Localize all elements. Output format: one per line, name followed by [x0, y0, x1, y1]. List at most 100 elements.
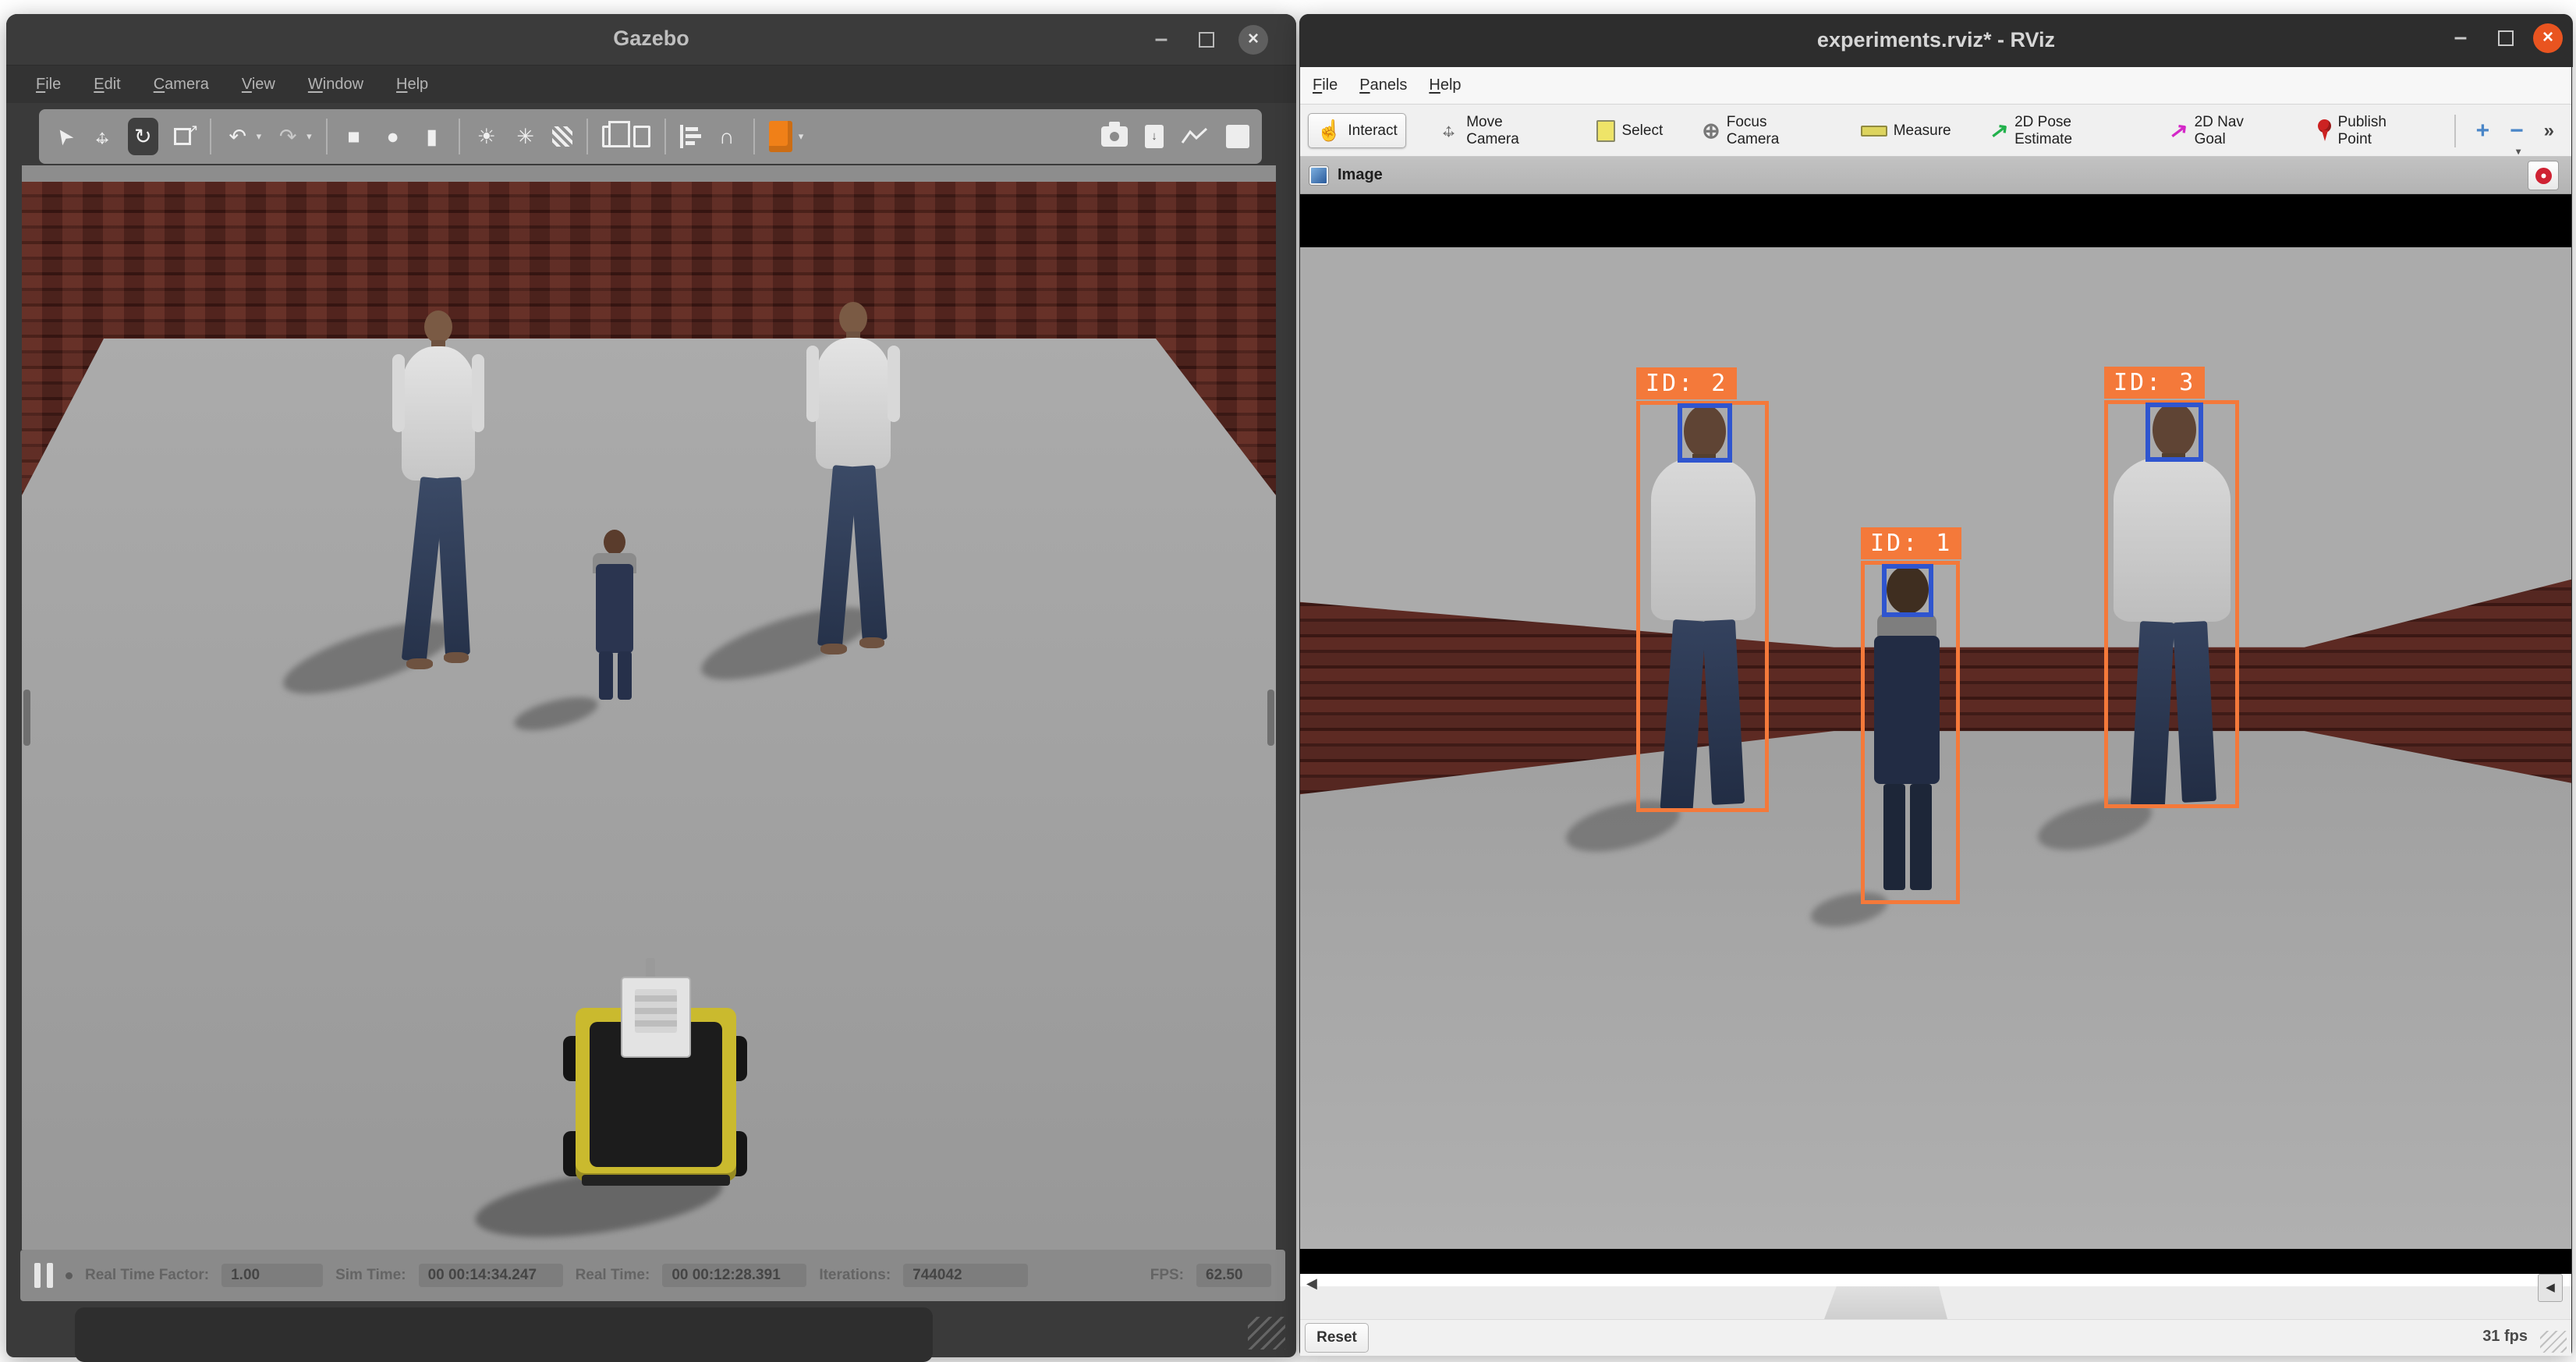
sim-time-label: Sim Time: [335, 1267, 406, 1284]
real-time-factor-value[interactable]: 1.00 [221, 1264, 323, 1287]
maximize-button[interactable] [2491, 23, 2521, 53]
tool-focus-camera[interactable]: ⊕ Focus Camera [1694, 109, 1829, 153]
menu-camera[interactable]: Camera [154, 76, 209, 94]
menu-file[interactable]: File [1313, 76, 1338, 94]
detection-box-2: ID: 2 [1636, 401, 1769, 812]
tool-2d-pose-estimate[interactable]: ↗ 2D Pose Estimate [1982, 109, 2138, 153]
view-angle-dropdown-icon[interactable]: ▾ [799, 130, 804, 143]
detection-box-3: ID: 3 [2104, 400, 2239, 808]
menu-edit[interactable]: Edit [94, 76, 120, 94]
gazebo-titlebar[interactable]: Gazebo – × [6, 14, 1296, 66]
real-time-value[interactable]: 00 00:12:28.391 [662, 1264, 806, 1287]
plot-icon[interactable] [1181, 126, 1209, 147]
image-display-area: ID: 2 ID: 1 ID: 3 [1300, 194, 2571, 1274]
maximize-button[interactable] [1192, 25, 1221, 55]
undo-dropdown-icon[interactable]: ▾ [257, 130, 262, 143]
tool-publish-point[interactable]: Publish Point [2308, 109, 2431, 153]
iterations-value[interactable]: 744042 [903, 1264, 1028, 1287]
tool-select[interactable]: Select [1589, 115, 1671, 147]
copy-icon[interactable] [602, 126, 619, 147]
scroll-right-button[interactable]: ◀ [2538, 1274, 2563, 1302]
insert-box-icon[interactable]: ■ [342, 119, 367, 154]
redo-icon[interactable]: ↷ [275, 119, 300, 154]
rviz-toolbar-right-group: + −▾ » [2454, 115, 2564, 147]
close-button[interactable]: × [2533, 23, 2563, 53]
insert-cylinder-icon[interactable]: ▮ [420, 119, 445, 154]
insert-sphere-icon[interactable]: ● [381, 119, 406, 154]
gazebo-toolbar-right-group: ↓ [1101, 125, 1249, 148]
rviz-toolbar: ☝ Interact ↔↕ Move Camera Select ⊕ Focus… [1300, 105, 2571, 157]
align-icon[interactable] [680, 125, 700, 148]
add-tool-button[interactable]: + [2476, 119, 2490, 143]
rviz-titlebar[interactable]: experiments.rviz* - RViz – × [1299, 14, 2573, 67]
close-button[interactable]: × [1238, 25, 1268, 55]
menu-panels[interactable]: Panels [1359, 76, 1407, 94]
real-time-label: Real Time: [576, 1267, 650, 1284]
rviz-resize-grip[interactable] [2540, 1331, 2567, 1353]
image-panel-icon [1309, 166, 1328, 185]
paste-icon[interactable] [633, 126, 650, 147]
tool-move-camera[interactable]: ↔↕ Move Camera [1430, 109, 1566, 153]
snap-magnet-icon[interactable]: ∩ [714, 119, 739, 154]
gazebo-toolbar: ➤ ↔↕ ↻ ↗ ↶ ▾ ↷ ▾ ■ ● ▮ ☀ ✳ ∩ ▾ ↓ [39, 109, 1262, 164]
minimize-button[interactable]: – [2446, 23, 2475, 53]
step-button[interactable] [66, 1272, 73, 1279]
detection-label-3: ID: 3 [2104, 367, 2205, 399]
undo-icon[interactable]: ↶ [225, 119, 250, 154]
menu-help[interactable]: Help [1429, 76, 1461, 94]
menu-view[interactable]: View [242, 76, 275, 94]
screenshot-camera-icon[interactable] [1101, 126, 1128, 147]
image-panel-close-button[interactable] [2528, 161, 2559, 190]
translate-tool-icon[interactable]: ↔↕ [90, 123, 114, 150]
remove-tool-button[interactable]: −▾ [2510, 119, 2524, 143]
gazebo-robot [563, 953, 747, 1187]
scale-tool-icon[interactable]: ↗ [172, 123, 196, 150]
scrollbar-thumb[interactable] [1824, 1286, 1947, 1319]
menu-help[interactable]: Help [396, 76, 428, 94]
video-record-icon[interactable] [1226, 125, 1249, 148]
toolbar-separator [326, 119, 328, 154]
gazebo-resize-grip[interactable] [1248, 1317, 1285, 1350]
camera-image: ID: 2 ID: 1 ID: 3 [1300, 247, 2571, 1249]
gazebo-menubar: File Edit Camera View Window Help [6, 66, 1296, 103]
menu-file[interactable]: File [36, 76, 61, 94]
image-panel-header[interactable]: Image [1300, 157, 2571, 194]
gazebo-back-wall [104, 182, 1156, 339]
pose-estimate-arrow-icon: ↗ [1988, 117, 2010, 145]
toolbar-separator [753, 119, 755, 154]
rviz-window: experiments.rviz* - RViz – × File Panels… [1299, 14, 2572, 1356]
rviz-window-title: experiments.rviz* - RViz [1299, 28, 2573, 52]
minimize-button[interactable]: – [1146, 25, 1176, 55]
toolbar-overflow-chevron[interactable]: » [2544, 120, 2554, 142]
robot-bumper [582, 1175, 730, 1186]
maximize-icon [2498, 30, 2514, 46]
maximize-icon [1199, 32, 1214, 48]
spot-light-icon[interactable]: ✳ [513, 119, 538, 154]
pause-button[interactable] [34, 1263, 53, 1288]
right-panel-handle[interactable] [1267, 690, 1274, 746]
tool-2d-nav-goal[interactable]: ↗ 2D Nav Goal [2162, 109, 2285, 153]
left-panel-handle[interactable] [23, 690, 30, 746]
scroll-left-icon[interactable]: ◀ [1306, 1275, 1317, 1292]
nav-goal-arrow-icon: ↗ [2168, 117, 2190, 145]
gazebo-3d-viewport[interactable] [22, 165, 1276, 1250]
toolbar-separator [459, 119, 460, 154]
rotate-tool-icon[interactable]: ↻ [128, 118, 158, 155]
view-angle-icon[interactable] [769, 121, 792, 152]
tool-measure[interactable]: Measure [1853, 118, 1959, 144]
gazebo-person-2 [792, 297, 916, 661]
menu-window[interactable]: Window [308, 76, 363, 94]
rviz-statusbar: Reset 31 fps [1300, 1319, 2571, 1356]
log-record-icon[interactable]: ↓ [1145, 125, 1164, 148]
directional-light-icon[interactable] [552, 126, 572, 147]
tool-interact[interactable]: ☝ Interact [1308, 113, 1406, 148]
horizontal-scrollbar[interactable]: ◀ ◀ [1300, 1286, 2571, 1319]
reset-button[interactable]: Reset [1305, 1323, 1369, 1353]
redo-dropdown-icon[interactable]: ▾ [306, 130, 312, 143]
gazebo-timeline-bar[interactable] [75, 1307, 933, 1362]
point-light-icon[interactable]: ☀ [474, 119, 499, 154]
select-tool-icon[interactable]: ➤ [43, 116, 85, 156]
detection-label-2: ID: 2 [1636, 367, 1737, 399]
gazebo-bottom-frame [6, 1301, 1296, 1357]
sim-time-value[interactable]: 00 00:14:34.247 [419, 1264, 563, 1287]
